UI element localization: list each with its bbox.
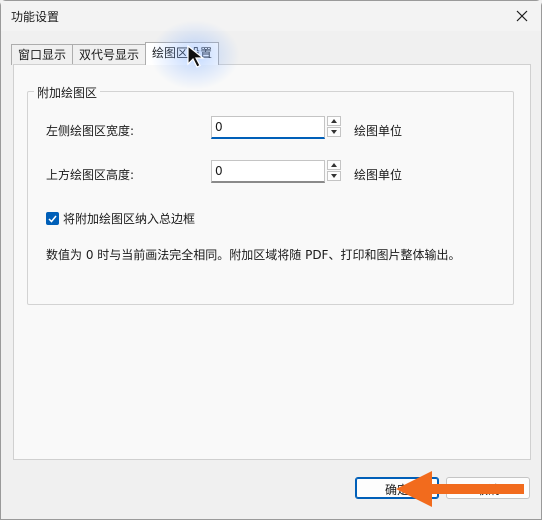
left-width-up-button[interactable]	[327, 116, 341, 126]
left-width-input[interactable]	[211, 116, 325, 139]
triangle-down-icon	[331, 174, 337, 178]
top-height-label: 上方绘图区高度:	[46, 168, 135, 182]
left-width-spinbox	[211, 116, 341, 139]
mouse-pointer-icon	[187, 44, 205, 68]
tab-panel: 附加绘图区 左侧绘图区宽度: 绘图单位 上方绘图区高度:	[13, 64, 531, 460]
left-width-spin-buttons	[327, 116, 341, 138]
left-width-down-button[interactable]	[327, 127, 341, 137]
additional-drawing-area-group: 附加绘图区 左侧绘图区宽度: 绘图单位 上方绘图区高度:	[27, 84, 514, 305]
include-border-option[interactable]: 将附加绘图区纳入总边框	[46, 210, 195, 227]
include-border-checkbox[interactable]	[46, 212, 59, 225]
title-bar: 功能设置	[1, 1, 541, 31]
top-height-spinbox	[211, 160, 341, 183]
group-legend: 附加绘图区	[34, 84, 101, 101]
triangle-up-icon	[331, 119, 337, 123]
tab-window-display[interactable]: 窗口显示	[11, 44, 74, 65]
top-height-input[interactable]	[211, 160, 325, 183]
include-border-label: 将附加绘图区纳入总边框	[63, 212, 196, 226]
top-height-spin-buttons	[327, 160, 341, 182]
triangle-down-icon	[331, 130, 337, 134]
info-text: 数值为 0 时与当前画法完全相同。附加区域将随 PDF、打印和图片整体输出。	[46, 248, 461, 262]
tab-dual-code-display[interactable]: 双代号显示	[72, 44, 147, 65]
left-width-label: 左侧绘图区宽度:	[46, 124, 135, 138]
top-height-down-button[interactable]	[327, 171, 341, 181]
top-height-unit: 绘图单位	[354, 168, 403, 182]
settings-dialog: 功能设置 窗口显示 双代号显示 绘图区设置 附加绘图区 左侧绘图区宽度: 0 绘…	[0, 0, 542, 520]
left-width-unit: 绘图单位	[354, 124, 403, 138]
checkmark-icon	[48, 215, 57, 223]
close-button[interactable]	[509, 3, 535, 29]
triangle-up-icon	[331, 163, 337, 167]
close-icon	[516, 10, 528, 22]
window-title: 功能设置	[11, 10, 60, 24]
annotation-arrow-icon	[396, 471, 524, 507]
top-height-up-button[interactable]	[327, 160, 341, 170]
